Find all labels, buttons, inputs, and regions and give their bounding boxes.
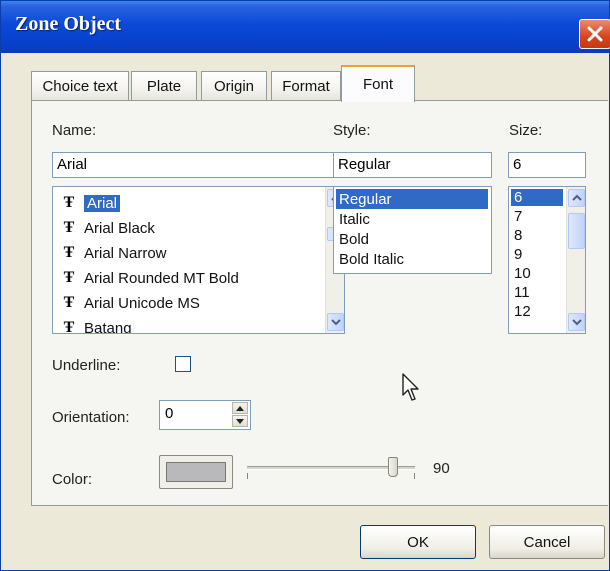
- list-item-label: 10: [514, 265, 531, 282]
- triangle-up-icon: [236, 405, 244, 411]
- list-item[interactable]: Ŧ Arial Rounded MT Bold: [58, 267, 239, 289]
- list-item[interactable]: Italic: [339, 209, 370, 229]
- color-slider-thumb[interactable]: [388, 457, 399, 477]
- list-item[interactable]: 7: [514, 208, 522, 225]
- size-list-scrollbar[interactable]: [566, 187, 585, 333]
- slider-tick: [247, 473, 248, 479]
- list-item[interactable]: 8: [514, 227, 522, 244]
- name-label: Name:: [52, 122, 97, 139]
- list-item-label: 11: [514, 284, 530, 301]
- font-size-value: 6: [513, 156, 522, 173]
- ok-button-label: OK: [407, 533, 429, 551]
- mouse-pointer-icon: [402, 373, 419, 401]
- tab-label: Format: [282, 78, 330, 95]
- list-item-label: 6: [514, 189, 523, 206]
- window-title: Zone Object: [15, 13, 122, 35]
- color-slider-value: 90: [433, 460, 450, 477]
- list-item-label: Batang: [84, 319, 132, 334]
- list-item[interactable]: Ŧ Batang: [58, 317, 132, 334]
- color-label: Color:: [52, 471, 93, 488]
- style-label: Style:: [333, 122, 371, 139]
- color-picker-button[interactable]: [159, 455, 233, 489]
- list-item[interactable]: 9: [514, 246, 522, 263]
- truetype-font-icon: Ŧ: [63, 194, 75, 211]
- list-item-label: Arial: [84, 194, 121, 212]
- scroll-thumb[interactable]: [568, 213, 585, 249]
- list-item-label: Bold: [339, 230, 370, 248]
- font-tab-panel: Name: Arial Ŧ Arial Ŧ Arial Black Ŧ Aria…: [31, 100, 608, 506]
- list-item-label: Arial Narrow: [84, 244, 167, 262]
- chevron-down-icon: [330, 319, 341, 326]
- ok-button[interactable]: OK: [360, 525, 476, 559]
- list-item[interactable]: Regular: [336, 189, 488, 209]
- font-name-value: Arial: [57, 156, 88, 173]
- slider-tick: [414, 473, 415, 479]
- spin-down-button[interactable]: [232, 415, 248, 427]
- truetype-font-icon: Ŧ: [63, 319, 75, 334]
- triangle-down-icon: [236, 418, 244, 424]
- list-item[interactable]: 10: [514, 265, 531, 282]
- list-item[interactable]: 12: [514, 303, 531, 320]
- truetype-font-icon: Ŧ: [63, 219, 75, 236]
- scroll-down-button[interactable]: [327, 313, 344, 331]
- font-name-input[interactable]: Arial: [52, 152, 345, 178]
- list-item-label: Italic: [339, 210, 370, 228]
- list-item-label: Arial Unicode MS: [84, 294, 200, 312]
- list-item-label: 8: [514, 227, 523, 244]
- list-item-label: Regular: [339, 190, 392, 208]
- underline-checkbox[interactable]: [175, 356, 191, 372]
- spin-up-button[interactable]: [232, 402, 248, 414]
- list-item[interactable]: Ŧ Arial Black: [58, 217, 155, 239]
- tab-label: Font: [362, 76, 393, 93]
- list-item[interactable]: Ŧ Arial: [58, 192, 121, 214]
- scroll-down-button[interactable]: [568, 313, 585, 331]
- orientation-label: Orientation:: [52, 409, 130, 426]
- list-item-label: Arial Rounded MT Bold: [84, 269, 239, 287]
- size-label: Size:: [509, 122, 543, 139]
- list-item-label: Bold Italic: [339, 250, 405, 268]
- font-style-list[interactable]: Regular Italic Bold Bold Italic: [333, 186, 492, 274]
- chevron-down-icon: [571, 319, 582, 326]
- list-item[interactable]: Bold: [339, 229, 369, 249]
- tab-origin[interactable]: Origin: [201, 71, 267, 101]
- list-item-label: Arial Black: [84, 219, 155, 237]
- list-item[interactable]: Bold Italic: [339, 249, 404, 269]
- tab-format[interactable]: Format: [271, 71, 341, 101]
- tab-label: Choice text: [42, 78, 118, 95]
- underline-label: Underline:: [52, 357, 121, 374]
- list-item-label: 12: [514, 303, 531, 320]
- close-icon: [587, 26, 603, 42]
- list-item-label: 9: [514, 246, 523, 263]
- list-item[interactable]: Ŧ Arial Unicode MS: [58, 292, 200, 314]
- title-bar[interactable]: Zone Object: [1, 1, 609, 53]
- tab-plate[interactable]: Plate: [131, 71, 197, 101]
- orientation-stepper[interactable]: 0: [159, 400, 251, 430]
- list-item[interactable]: 11: [514, 284, 530, 301]
- scroll-up-button[interactable]: [568, 189, 585, 207]
- orientation-value: 0: [165, 405, 174, 422]
- close-button[interactable]: [579, 19, 610, 49]
- font-style-input[interactable]: Regular: [333, 152, 492, 178]
- color-swatch: [166, 462, 226, 482]
- tab-label: Plate: [146, 78, 182, 95]
- list-item[interactable]: Ŧ Arial Narrow: [58, 242, 167, 264]
- chevron-up-icon: [571, 194, 582, 201]
- font-size-input[interactable]: 6: [508, 152, 586, 178]
- dialog-window: Zone Object Choice text Plate Origin For…: [0, 0, 610, 571]
- font-style-value: Regular: [338, 156, 391, 173]
- tab-label: Origin: [213, 78, 254, 95]
- truetype-font-icon: Ŧ: [63, 294, 75, 311]
- truetype-font-icon: Ŧ: [63, 269, 75, 286]
- tab-choice-text[interactable]: Choice text: [31, 71, 129, 101]
- truetype-font-icon: Ŧ: [63, 244, 75, 261]
- tab-font[interactable]: Font: [341, 65, 415, 102]
- cancel-button-label: Cancel: [523, 533, 571, 551]
- cancel-button[interactable]: Cancel: [489, 525, 605, 559]
- list-item[interactable]: 6: [511, 189, 563, 206]
- font-size-list[interactable]: 6 7 8 9 10 11 12: [508, 186, 586, 334]
- list-item-label: 7: [514, 208, 523, 225]
- font-name-list[interactable]: Ŧ Arial Ŧ Arial Black Ŧ Arial Narrow Ŧ A…: [52, 186, 345, 334]
